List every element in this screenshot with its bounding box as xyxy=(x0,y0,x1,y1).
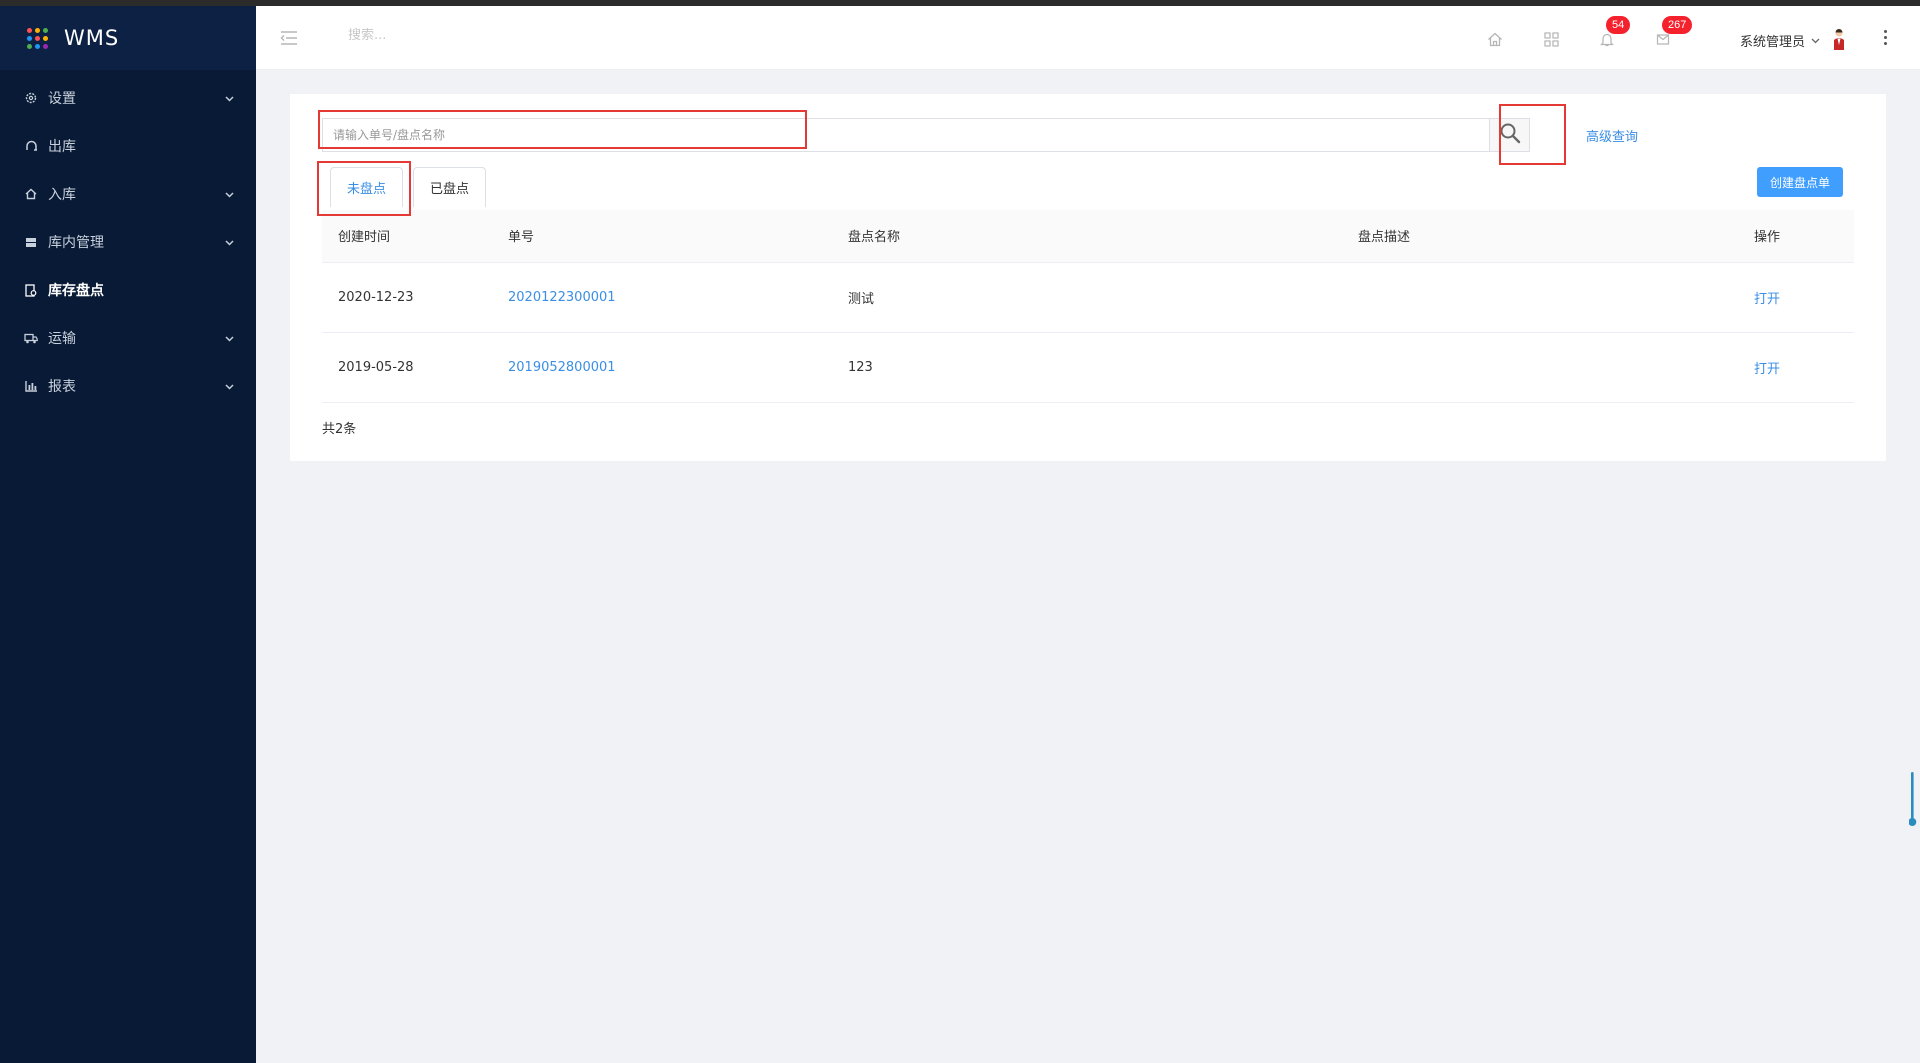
logo[interactable]: WMS xyxy=(0,6,256,70)
sidebar-item-label: 库内管理 xyxy=(48,235,104,251)
stocktaking-table: 创建时间 单号 盘点名称 盘点描述 操作 2020-12-23 20201223… xyxy=(322,210,1854,403)
truck-icon xyxy=(24,331,38,345)
side-slider-handle[interactable] xyxy=(1908,772,1917,828)
table-row: 2019-05-28 2019052800001 123 打开 xyxy=(322,332,1854,403)
message-count-badge: 267 xyxy=(1662,16,1693,34)
open-link[interactable]: 打开 xyxy=(1754,362,1780,377)
sidebar-item-transport[interactable]: 运输 xyxy=(0,314,256,362)
message-icon[interactable]: 267 xyxy=(1654,16,1693,48)
sidebar-item-label: 入库 xyxy=(48,187,76,203)
sidebar-menu: 设置 出库 入库 库内管理 库存盘点 运输 报表 xyxy=(0,74,256,410)
created-date-cell: 2020-12-23 xyxy=(322,262,492,333)
home-icon[interactable] xyxy=(1486,30,1504,48)
tab-counted[interactable]: 已盘点 xyxy=(413,167,487,207)
sidebar-item-inbound[interactable]: 入库 xyxy=(0,170,256,218)
tab-not-counted[interactable]: 未盘点 xyxy=(330,167,404,207)
description-cell xyxy=(1342,262,1738,333)
sidebar-item-settings[interactable]: 设置 xyxy=(0,74,256,122)
total-count: 共2条 xyxy=(322,422,357,437)
sidebar: WMS 设置 出库 入库 库内管理 库存盘点 运输 报表 xyxy=(0,6,256,1063)
search-button[interactable] xyxy=(1489,119,1529,151)
table-row: 2020-12-23 2020122300001 测试 打开 xyxy=(322,262,1854,333)
search-input[interactable] xyxy=(323,119,1489,151)
chevron-down-icon xyxy=(1811,33,1820,48)
dashboard-grid-icon[interactable] xyxy=(1542,30,1560,48)
sidebar-item-label: 库存盘点 xyxy=(48,283,104,299)
user-menu[interactable]: 系统管理员 xyxy=(1740,28,1846,52)
advanced-search-link[interactable]: 高级查询 xyxy=(1586,126,1638,145)
chevron-down-icon xyxy=(225,90,234,106)
sidebar-item-label: 报表 xyxy=(48,379,76,395)
stocktaking-name-cell: 测试 xyxy=(832,262,1342,333)
notification-bell-icon[interactable]: 54 xyxy=(1598,16,1631,48)
sidebar-item-warehouse-management[interactable]: 库内管理 xyxy=(0,218,256,266)
order-number-cell: 2019052800001 xyxy=(492,332,832,403)
sidebar-item-stocktaking[interactable]: 库存盘点 xyxy=(0,266,256,314)
stocktaking-name-cell: 123 xyxy=(832,332,1342,403)
sidebar-item-reports[interactable]: 报表 xyxy=(0,362,256,410)
gear-icon xyxy=(24,91,38,105)
sidebar-item-label: 运输 xyxy=(48,331,76,347)
column-header: 操作 xyxy=(1738,210,1854,263)
column-header: 创建时间 xyxy=(322,210,492,263)
import-icon xyxy=(24,187,38,201)
create-stocktaking-button[interactable]: 创建盘点单 xyxy=(1757,167,1843,197)
open-link[interactable]: 打开 xyxy=(1754,292,1780,307)
created-date-cell: 2019-05-28 xyxy=(322,332,492,403)
status-tabs: 未盘点 已盘点 xyxy=(330,167,487,207)
chevron-down-icon xyxy=(225,234,234,250)
action-cell: 打开 xyxy=(1738,262,1854,333)
export-icon xyxy=(24,139,38,153)
chevron-down-icon xyxy=(225,186,234,202)
user-name: 系统管理员 xyxy=(1740,34,1806,50)
more-vertical-icon[interactable] xyxy=(1884,30,1887,45)
header-search-input[interactable] xyxy=(348,28,568,43)
box-icon xyxy=(24,235,38,249)
search-icon xyxy=(1499,122,1521,148)
top-header: 54 267 系统管理员 xyxy=(256,6,1920,70)
table-header-row: 创建时间 单号 盘点名称 盘点描述 操作 xyxy=(322,210,1854,263)
order-number-cell: 2020122300001 xyxy=(492,262,832,333)
sidebar-item-label: 设置 xyxy=(48,91,76,107)
sidebar-item-outbound[interactable]: 出库 xyxy=(0,122,256,170)
order-number-link[interactable]: 2019052800001 xyxy=(508,360,616,375)
avatar xyxy=(1832,28,1846,52)
column-header: 单号 xyxy=(492,210,832,263)
notification-count-badge: 54 xyxy=(1606,16,1631,34)
stocktaking-panel: 高级查询 未盘点 已盘点 创建盘点单 创建时间 单号 盘点名称 盘点描述 操作 … xyxy=(290,94,1886,461)
column-header: 盘点描述 xyxy=(1342,210,1738,263)
sidebar-item-label: 出库 xyxy=(48,139,76,155)
chevron-down-icon xyxy=(225,330,234,346)
search-bar xyxy=(322,118,1530,152)
apps-grid-icon xyxy=(27,27,48,49)
column-header: 盘点名称 xyxy=(832,210,1342,263)
chevron-down-icon xyxy=(225,378,234,394)
action-cell: 打开 xyxy=(1738,332,1854,403)
app-title: WMS xyxy=(64,26,120,50)
order-number-link[interactable]: 2020122300001 xyxy=(508,290,616,305)
inventory-icon xyxy=(24,283,38,297)
description-cell xyxy=(1342,332,1738,403)
menu-toggle-icon[interactable] xyxy=(280,30,298,49)
chart-icon xyxy=(24,379,38,393)
